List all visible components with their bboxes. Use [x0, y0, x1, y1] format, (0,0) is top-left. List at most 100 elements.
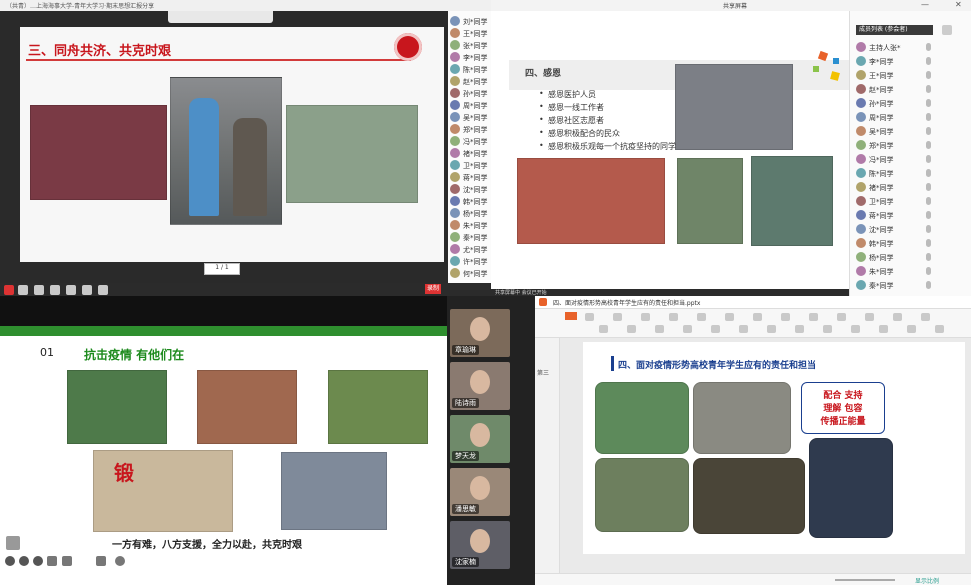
avatar: [856, 154, 866, 164]
mic-icon[interactable]: [926, 253, 931, 261]
ribbon-tool-icon[interactable]: [585, 313, 594, 321]
participant-row[interactable]: 周*同学: [854, 111, 934, 125]
mic-icon[interactable]: [926, 141, 931, 149]
mic-icon[interactable]: [926, 155, 931, 163]
close-icon[interactable]: ✕: [955, 0, 962, 9]
members-icon[interactable]: [50, 285, 60, 295]
fullscreen-icon[interactable]: [47, 556, 57, 566]
mic-icon[interactable]: [926, 239, 931, 247]
mic-icon[interactable]: [926, 113, 931, 121]
window-titlebar[interactable]: （共青）…上海海事大学-青年大学习·期末思想汇报分享: [0, 0, 491, 11]
participant-row[interactable]: 沈*同学: [854, 223, 934, 237]
thumbnail-pane: 第三: [535, 338, 560, 574]
ribbon-tool-icon[interactable]: [641, 313, 650, 321]
camera-icon[interactable]: [18, 285, 28, 295]
ribbon-tool-icon[interactable]: [613, 313, 622, 321]
participant-row[interactable]: 赵*同学: [854, 83, 934, 97]
photo-registration: [693, 382, 791, 454]
ribbon-tool-icon[interactable]: [767, 325, 776, 333]
slide-title: 四、感恩: [525, 69, 562, 79]
ribbon-tool-icon[interactable]: [935, 325, 944, 333]
pen-icon[interactable]: [62, 556, 72, 566]
participant-row[interactable]: 何*同学: [448, 267, 491, 280]
participant-row[interactable]: 郑*同学: [854, 139, 934, 153]
participant-row[interactable]: 李*同学: [854, 55, 934, 69]
ribbon-tool-icon[interactable]: [921, 313, 930, 321]
settings-icon[interactable]: [82, 285, 92, 295]
ribbon-tool-icon[interactable]: [697, 313, 706, 321]
video-tile[interactable]: 陆诗雨: [450, 362, 510, 410]
mic-icon[interactable]: [926, 267, 931, 275]
ribbon-tool-icon[interactable]: [711, 325, 720, 333]
mic-icon[interactable]: [926, 183, 931, 191]
play-icon[interactable]: [19, 556, 29, 566]
participant-row[interactable]: 朱*同学: [854, 265, 934, 279]
ribbon-tool-icon[interactable]: [795, 325, 804, 333]
ribbon-tool-icon[interactable]: [599, 325, 608, 333]
mic-icon[interactable]: [926, 197, 931, 205]
more-icon[interactable]: [98, 285, 108, 295]
mic-icon[interactable]: [926, 211, 931, 219]
ribbon-tool-icon[interactable]: [655, 325, 664, 333]
share-floating-bar[interactable]: [168, 11, 273, 23]
ribbon-tool-icon[interactable]: [809, 313, 818, 321]
ribbon-tool-icon[interactable]: [627, 325, 636, 333]
ribbon-tool-icon[interactable]: [837, 313, 846, 321]
participant-row[interactable]: 陈*同学: [854, 167, 934, 181]
ribbon-tool-icon[interactable]: [725, 313, 734, 321]
ribbon-tool-icon[interactable]: [865, 313, 874, 321]
next-icon[interactable]: [33, 556, 43, 566]
mic-icon[interactable]: [926, 85, 931, 93]
participant-row[interactable]: 韩*同学: [854, 237, 934, 251]
file-menu-button[interactable]: [565, 312, 577, 320]
participant-row[interactable]: 褚*同学: [854, 181, 934, 195]
wps-titlebar[interactable]: 四、面对疫情形势高校青年学生应有的责任和担当.pptx: [535, 296, 971, 309]
mic-icon[interactable]: [926, 225, 931, 233]
mic-icon[interactable]: [926, 169, 931, 177]
mic-icon[interactable]: [4, 285, 14, 295]
participant-row[interactable]: 卫*同学: [854, 195, 934, 209]
more-icon[interactable]: [115, 556, 125, 566]
participant-row[interactable]: 蒋*同学: [854, 209, 934, 223]
ribbon-tool-icon[interactable]: [753, 313, 762, 321]
participant-row[interactable]: 冯*同学: [854, 153, 934, 167]
minimize-icon[interactable]: —: [921, 0, 929, 9]
mic-icon[interactable]: [926, 99, 931, 107]
ribbon-tool-icon[interactable]: [781, 313, 790, 321]
wps-tab[interactable]: 四、面对疫情形势高校青年学生应有的责任和担当.pptx: [553, 298, 700, 307]
prev-icon[interactable]: [5, 556, 15, 566]
video-tile[interactable]: 梦天龙: [450, 415, 510, 463]
video-tile[interactable]: 沈家楠: [450, 521, 510, 569]
zoom-slider[interactable]: [835, 579, 895, 581]
panel-more-icon[interactable]: [942, 25, 952, 35]
mic-icon[interactable]: [926, 43, 931, 51]
mic-icon[interactable]: [926, 57, 931, 65]
video-tile[interactable]: 章瑜琳: [450, 309, 510, 357]
layout-icon[interactable]: [6, 536, 20, 550]
ribbon-tool-icon[interactable]: [683, 325, 692, 333]
participant-row[interactable]: 秦*同学: [854, 279, 934, 293]
mic-icon[interactable]: [926, 281, 931, 289]
chat-icon[interactable]: [96, 556, 106, 566]
chat-icon[interactable]: [66, 285, 76, 295]
ribbon-tool-icon[interactable]: [669, 313, 678, 321]
mic-icon[interactable]: [926, 71, 931, 79]
record-button[interactable]: 录制: [425, 284, 441, 294]
ribbon-tool-icon[interactable]: [739, 325, 748, 333]
window-titlebar[interactable]: 共享屏幕 — ✕: [491, 0, 971, 11]
page-indicator[interactable]: 1 / 1: [204, 263, 240, 275]
ribbon-tool-icon[interactable]: [851, 325, 860, 333]
participant-row[interactable]: 杨*同学: [854, 251, 934, 265]
avatar: [450, 184, 460, 194]
ribbon-tool-icon[interactable]: [823, 325, 832, 333]
participant-row[interactable]: 王*同学: [854, 69, 934, 83]
participant-row[interactable]: 孙*同学: [854, 97, 934, 111]
mic-icon[interactable]: [926, 127, 931, 135]
video-tile[interactable]: 潘思敏: [450, 468, 510, 516]
participant-row[interactable]: 主持人张*: [854, 41, 934, 55]
ribbon-tool-icon[interactable]: [907, 325, 916, 333]
participant-row[interactable]: 吴*同学: [854, 125, 934, 139]
share-icon[interactable]: [34, 285, 44, 295]
ribbon-tool-icon[interactable]: [879, 325, 888, 333]
ribbon-tool-icon[interactable]: [893, 313, 902, 321]
